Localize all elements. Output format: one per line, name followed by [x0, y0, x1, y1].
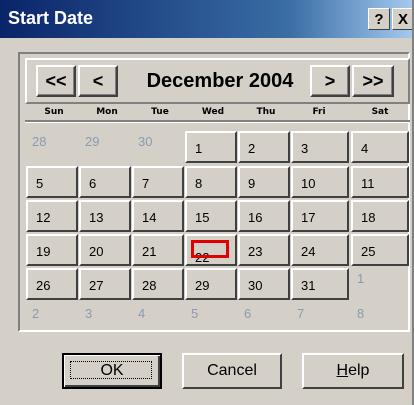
day-cell[interactable]: 5 — [26, 166, 78, 198]
weekday-header: Sun Mon Tue Wed Thu Fri Sat — [25, 107, 410, 119]
help-mnemonic: H — [336, 362, 349, 379]
day-cell[interactable]: 16 — [238, 200, 290, 232]
next-month-button[interactable]: > — [310, 65, 350, 97]
cancel-button[interactable]: Cancel — [182, 353, 282, 389]
cancel-button-label: Cancel — [207, 362, 257, 379]
day-cell-adjacent-month[interactable]: 4 — [132, 303, 184, 335]
day-cell[interactable]: 12 — [26, 200, 78, 232]
weekday-label: Thu — [256, 107, 276, 117]
day-cell[interactable]: 4 — [351, 131, 409, 163]
day-cell-adjacent-month[interactable]: 6 — [238, 303, 290, 335]
close-button[interactable]: X — [392, 8, 412, 30]
day-cell[interactable]: 28 — [132, 268, 184, 300]
day-cell[interactable]: 14 — [132, 200, 184, 232]
day-cell[interactable]: 19 — [26, 234, 78, 266]
day-cell[interactable]: 10 — [291, 166, 349, 198]
day-cell[interactable]: 27 — [79, 268, 131, 300]
day-cell[interactable]: 7 — [132, 166, 184, 198]
day-cell[interactable]: 26 — [26, 268, 78, 300]
focus-indicator — [70, 361, 152, 379]
day-cell[interactable]: 21 — [132, 234, 184, 266]
window-title: Start Date — [8, 8, 94, 28]
prev-month-button[interactable]: < — [78, 65, 118, 97]
weekday-label: Fri — [312, 107, 326, 117]
weekday-label: Sat — [371, 107, 389, 117]
day-cell-selected[interactable]: 22 — [185, 234, 237, 266]
weekday-divider — [25, 120, 410, 123]
start-date-dialog: Start Date ? X << < December 2004 > >> S… — [0, 0, 414, 405]
day-cell[interactable]: 9 — [238, 166, 290, 198]
day-cell[interactable]: 20 — [79, 234, 131, 266]
title-bar[interactable]: Start Date ? X — [0, 0, 412, 38]
day-cell[interactable]: 15 — [185, 200, 237, 232]
day-cell[interactable]: 8 — [185, 166, 237, 198]
day-cell-adjacent-month[interactable]: 3 — [79, 303, 131, 335]
day-cell[interactable]: 29 — [185, 268, 237, 300]
help-title-button[interactable]: ? — [368, 8, 390, 30]
weekday-label: Sun — [44, 107, 64, 117]
weekday-label: Wed — [201, 107, 225, 117]
prev-year-button[interactable]: << — [36, 65, 76, 97]
day-cell[interactable]: 13 — [79, 200, 131, 232]
day-cell[interactable]: 31 — [291, 268, 349, 300]
day-cell[interactable]: 1 — [185, 131, 237, 163]
next-year-button[interactable]: >> — [352, 65, 394, 97]
day-cell-adjacent-month[interactable]: 28 — [26, 131, 78, 163]
help-button[interactable]: Help — [302, 353, 404, 389]
day-cell[interactable]: 6 — [79, 166, 131, 198]
month-year-label: December 2004 — [146, 70, 294, 92]
day-cell[interactable]: 17 — [291, 200, 349, 232]
ok-button[interactable]: OK — [62, 353, 162, 389]
day-cell-adjacent-month[interactable]: 2 — [26, 303, 78, 335]
weekday-label: Tue — [151, 107, 169, 117]
day-cell-adjacent-month[interactable]: 5 — [185, 303, 237, 335]
day-cell[interactable]: 3 — [291, 131, 349, 163]
day-cell[interactable]: 2 — [238, 131, 290, 163]
day-cell[interactable]: 23 — [238, 234, 290, 266]
day-cell[interactable]: 24 — [291, 234, 349, 266]
day-cell[interactable]: 18 — [351, 200, 409, 232]
help-button-label: Help — [337, 362, 370, 380]
help-label-rest: elp — [348, 362, 370, 379]
day-cell[interactable]: 11 — [351, 166, 409, 198]
day-cell-adjacent-month[interactable]: 1 — [351, 268, 409, 300]
day-cell-adjacent-month[interactable]: 7 — [291, 303, 349, 335]
day-cell[interactable]: 25 — [351, 234, 409, 266]
weekday-label: Mon — [96, 107, 118, 117]
day-cell-adjacent-month[interactable]: 30 — [132, 131, 184, 163]
day-cell-adjacent-month[interactable]: 29 — [79, 131, 131, 163]
day-cell-adjacent-month[interactable]: 8 — [351, 303, 409, 335]
day-cell[interactable]: 30 — [238, 268, 290, 300]
